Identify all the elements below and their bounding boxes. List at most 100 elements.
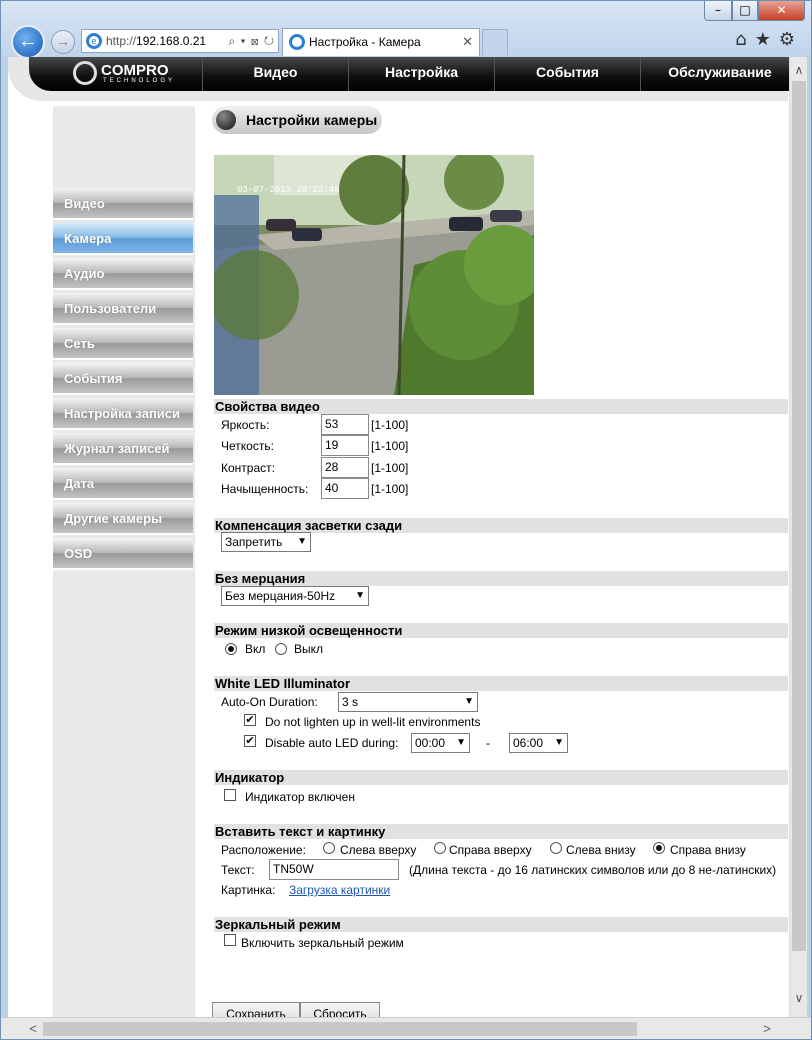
ie-icon: e <box>86 33 102 49</box>
sharpness-field[interactable]: 19 <box>321 435 369 456</box>
position-bottom-left-radio[interactable] <box>550 842 562 854</box>
scroll-down-icon[interactable]: ∨ <box>790 991 807 1011</box>
mirror-label: Включить зеркальный режим <box>241 936 404 950</box>
reset-button[interactable]: Сбросить <box>300 1002 380 1017</box>
sharpness-range: [1-100] <box>371 439 409 453</box>
scroll-right-icon[interactable]: > <box>757 1018 777 1039</box>
upload-image-link[interactable]: Загрузка картинки <box>289 883 390 897</box>
led-from-select[interactable]: 00:00 ▼ <box>411 733 470 753</box>
section-indicator: Индикатор <box>214 770 788 785</box>
nav-maintenance[interactable]: Обслуживание <box>640 57 799 91</box>
address-host: 192.168.0.21 <box>136 34 207 48</box>
toolbar-icons[interactable]: ⌂★⚙ <box>735 29 803 50</box>
maximize-button[interactable]: □ <box>732 1 758 21</box>
no-lighten-checkbox[interactable]: ✔ <box>244 714 256 726</box>
position-top-left-radio[interactable] <box>323 842 335 854</box>
sidebar-item-camera[interactable]: Камера <box>53 223 193 255</box>
sidebar-item-date[interactable]: Дата <box>53 468 193 500</box>
sidebar-item-audio[interactable]: Аудио <box>53 258 193 290</box>
compro-logo: COMPRO TECHNOLOGY <box>73 60 223 88</box>
led-to-value: 06:00 <box>513 736 544 750</box>
minimize-button[interactable]: – <box>704 1 732 21</box>
section-video-props: Свойства видео <box>214 399 788 414</box>
led-duration-value: 3 s <box>342 695 359 709</box>
close-tab-icon[interactable]: ✕ <box>462 29 473 55</box>
address-actions-icon[interactable]: ⌕ ▾ ⊠ ↻ <box>226 30 275 52</box>
close-window-button[interactable]: ✕ <box>758 1 805 21</box>
indicator-checkbox[interactable] <box>224 789 236 801</box>
horizontal-scroll-thumb[interactable] <box>43 1022 637 1036</box>
disable-auto-led-checkbox[interactable]: ✔ <box>244 735 256 747</box>
save-button[interactable]: Сохранить <box>212 1002 300 1017</box>
overlay-image-label: Картинка: <box>221 883 276 897</box>
position-bottom-right-label: Справа внизу <box>670 843 746 857</box>
lowlight-on-radio[interactable] <box>225 643 237 655</box>
section-backlight: Компенсация засветки сзади <box>214 518 788 533</box>
contrast-label: Контраст: <box>221 461 275 475</box>
top-nav: COMPRO TECHNOLOGY Видео Настройка Событи… <box>29 57 799 91</box>
video-timestamp: 03-07-2013 20:22:48 <box>237 185 340 195</box>
forward-arrow-icon[interactable]: → <box>51 30 75 54</box>
no-lighten-label: Do not lighten up in well-lit environmen… <box>265 715 481 729</box>
chevron-down-icon: ▼ <box>297 536 307 547</box>
page-title: Настройки камеры <box>212 106 382 134</box>
sharpness-label: Четкость: <box>221 439 274 453</box>
position-bottom-right-radio[interactable] <box>653 842 665 854</box>
vertical-scrollbar[interactable]: ∧ ∨ <box>789 57 807 1017</box>
position-top-right-label: Справа вверху <box>449 843 532 857</box>
section-mirror: Зеркальный режим <box>214 917 788 932</box>
logo-name: COMPRO <box>101 62 169 79</box>
contrast-field[interactable]: 28 <box>321 457 369 478</box>
overlay-text-label: Текст: <box>221 863 255 877</box>
nav-video[interactable]: Видео <box>202 57 348 91</box>
chevron-down-icon: ▼ <box>554 737 564 748</box>
back-arrow-icon[interactable]: ← <box>11 25 45 59</box>
page-viewport: COMPRO TECHNOLOGY Видео Настройка Событи… <box>8 57 807 1017</box>
browser-window: – □ ✕ ← → e http://192.168.0.21 ⌕ ▾ ⊠ ↻ … <box>0 0 812 1040</box>
new-tab-button[interactable] <box>482 29 508 55</box>
section-flicker: Без мерцания <box>214 571 788 586</box>
mirror-checkbox[interactable] <box>224 934 236 946</box>
overlay-text-field[interactable]: TN50W <box>269 859 399 880</box>
lowlight-off-radio[interactable] <box>275 643 287 655</box>
section-overlay: Вставить текст и картинку <box>214 824 788 839</box>
flicker-select[interactable]: Без мерцания-50Hz ▼ <box>221 586 369 606</box>
position-label: Расположение: <box>221 843 306 857</box>
sidebar-item-record-log[interactable]: Журнал записей <box>53 433 193 465</box>
saturation-field[interactable]: 40 <box>321 478 369 499</box>
vertical-scroll-thumb[interactable] <box>792 81 806 951</box>
title-bullet-icon <box>216 110 236 130</box>
sidebar-item-other-cameras[interactable]: Другие камеры <box>53 503 193 535</box>
main-content: Настройки камеры 03-07-2013 20:22:48 Сво… <box>201 106 789 1017</box>
horizontal-scrollbar[interactable]: < > <box>1 1017 811 1039</box>
led-duration-select[interactable]: 3 s ▼ <box>338 692 478 712</box>
address-bar[interactable]: e http://192.168.0.21 ⌕ ▾ ⊠ ↻ <box>81 29 279 53</box>
lowlight-on-label: Вкл <box>245 642 266 656</box>
position-top-right-radio[interactable] <box>434 842 446 854</box>
scroll-left-icon[interactable]: < <box>23 1018 43 1039</box>
sidebar-item-osd[interactable]: OSD <box>53 538 193 570</box>
position-bottom-left-label: Слева внизу <box>566 843 636 857</box>
sidebar-item-video[interactable]: Видео <box>53 188 193 220</box>
sidebar-item-events[interactable]: События <box>53 363 193 395</box>
browser-tab[interactable]: Настройка - Камера ✕ <box>282 28 480 56</box>
position-top-left-label: Слева вверху <box>340 843 417 857</box>
brightness-label: Яркость: <box>221 418 270 432</box>
camera-video-preview: 03-07-2013 20:22:48 <box>214 155 534 395</box>
indicator-label: Индикатор включен <box>245 790 355 804</box>
scroll-up-icon[interactable]: ∧ <box>790 63 807 83</box>
sidebar: Видео Камера Аудио Пользователи Сеть Соб… <box>53 106 195 1017</box>
sidebar-item-record-settings[interactable]: Настройка записи <box>53 398 193 430</box>
tab-ie-icon <box>289 34 305 50</box>
logo-ring-icon <box>73 61 97 85</box>
sidebar-item-network[interactable]: Сеть <box>53 328 193 360</box>
led-time-dash: - <box>486 736 490 750</box>
tab-title: Настройка - Камера <box>309 35 421 49</box>
led-to-select[interactable]: 06:00 ▼ <box>509 733 568 753</box>
backlight-select[interactable]: Запретить ▼ <box>221 532 311 552</box>
sidebar-item-users[interactable]: Пользователи <box>53 293 193 325</box>
nav-events[interactable]: События <box>494 57 640 91</box>
brightness-field[interactable]: 53 <box>321 414 369 435</box>
nav-settings[interactable]: Настройка <box>348 57 494 91</box>
saturation-label: Начыщенность: <box>221 482 309 496</box>
